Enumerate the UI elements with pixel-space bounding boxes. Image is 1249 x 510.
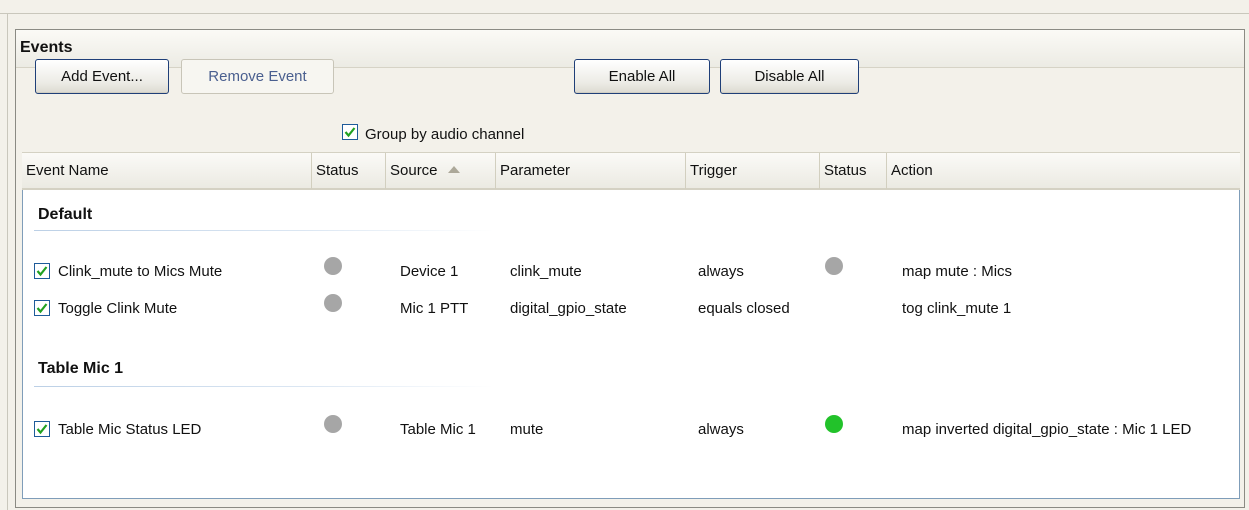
col-event-name[interactable]: Event Name	[22, 153, 312, 189]
top-bar	[0, 0, 1249, 14]
row-enable-checkbox[interactable]	[34, 421, 50, 437]
group-by-channel-checkbox[interactable]	[342, 124, 358, 140]
enable-all-button[interactable]: Enable All	[574, 59, 710, 94]
event-source: Device 1	[400, 263, 459, 280]
checkmark-icon	[36, 266, 48, 277]
event-parameter: mute	[510, 421, 544, 438]
disable-all-button[interactable]: Disable All	[720, 59, 859, 94]
column-header: Event Name Status Source Parameter Trigg…	[22, 152, 1240, 190]
event-action: map mute : Mics	[902, 263, 1013, 280]
status-dot-gray	[825, 257, 843, 275]
event-action: tog clink_mute 1	[902, 300, 1012, 317]
status-dot-gray	[324, 415, 342, 433]
event-trigger: always	[698, 421, 744, 438]
col-action[interactable]: Action	[887, 153, 1240, 189]
checkmark-icon	[36, 424, 48, 435]
group-by-channel-label[interactable]: Group by audio channel	[365, 126, 524, 143]
events-list	[22, 152, 1240, 499]
group-divider	[34, 230, 494, 231]
event-parameter: digital_gpio_state	[510, 300, 627, 317]
event-source: Mic 1 PTT	[400, 300, 469, 317]
row-enable-checkbox[interactable]	[34, 300, 50, 316]
event-parameter: clink_mute	[510, 263, 582, 280]
status-dot-green	[825, 415, 843, 433]
event-name: Toggle Clink Mute	[58, 300, 178, 317]
row-enable-checkbox[interactable]	[34, 263, 50, 279]
status-dot-gray	[324, 257, 342, 275]
col-status-2[interactable]: Status	[820, 153, 887, 189]
group-title: Table Mic 1	[38, 360, 124, 377]
event-source: Table Mic 1	[400, 421, 476, 438]
checkmark-icon	[36, 303, 48, 314]
event-trigger: equals closed	[698, 300, 790, 317]
group-title: Default	[38, 206, 93, 223]
status-dot-gray	[324, 294, 342, 312]
event-name: Clink_mute to Mics Mute	[58, 263, 223, 280]
checkmark-icon	[344, 127, 356, 138]
col-source-label: Source	[390, 162, 438, 179]
panel-title: Events	[20, 39, 73, 56]
col-trigger[interactable]: Trigger	[686, 153, 820, 189]
col-parameter[interactable]: Parameter	[496, 153, 686, 189]
event-name: Table Mic Status LED	[58, 421, 202, 438]
sort-ascending-icon	[447, 166, 460, 173]
group-divider	[34, 386, 494, 387]
event-trigger: always	[698, 263, 744, 280]
col-source[interactable]: Source	[386, 153, 496, 189]
add-event-button[interactable]: Add Event...	[35, 59, 169, 94]
left-divider	[7, 14, 8, 510]
event-action: map inverted digital_gpio_state : Mic 1 …	[902, 421, 1192, 438]
col-status[interactable]: Status	[312, 153, 386, 189]
remove-event-button[interactable]: Remove Event	[181, 59, 334, 94]
